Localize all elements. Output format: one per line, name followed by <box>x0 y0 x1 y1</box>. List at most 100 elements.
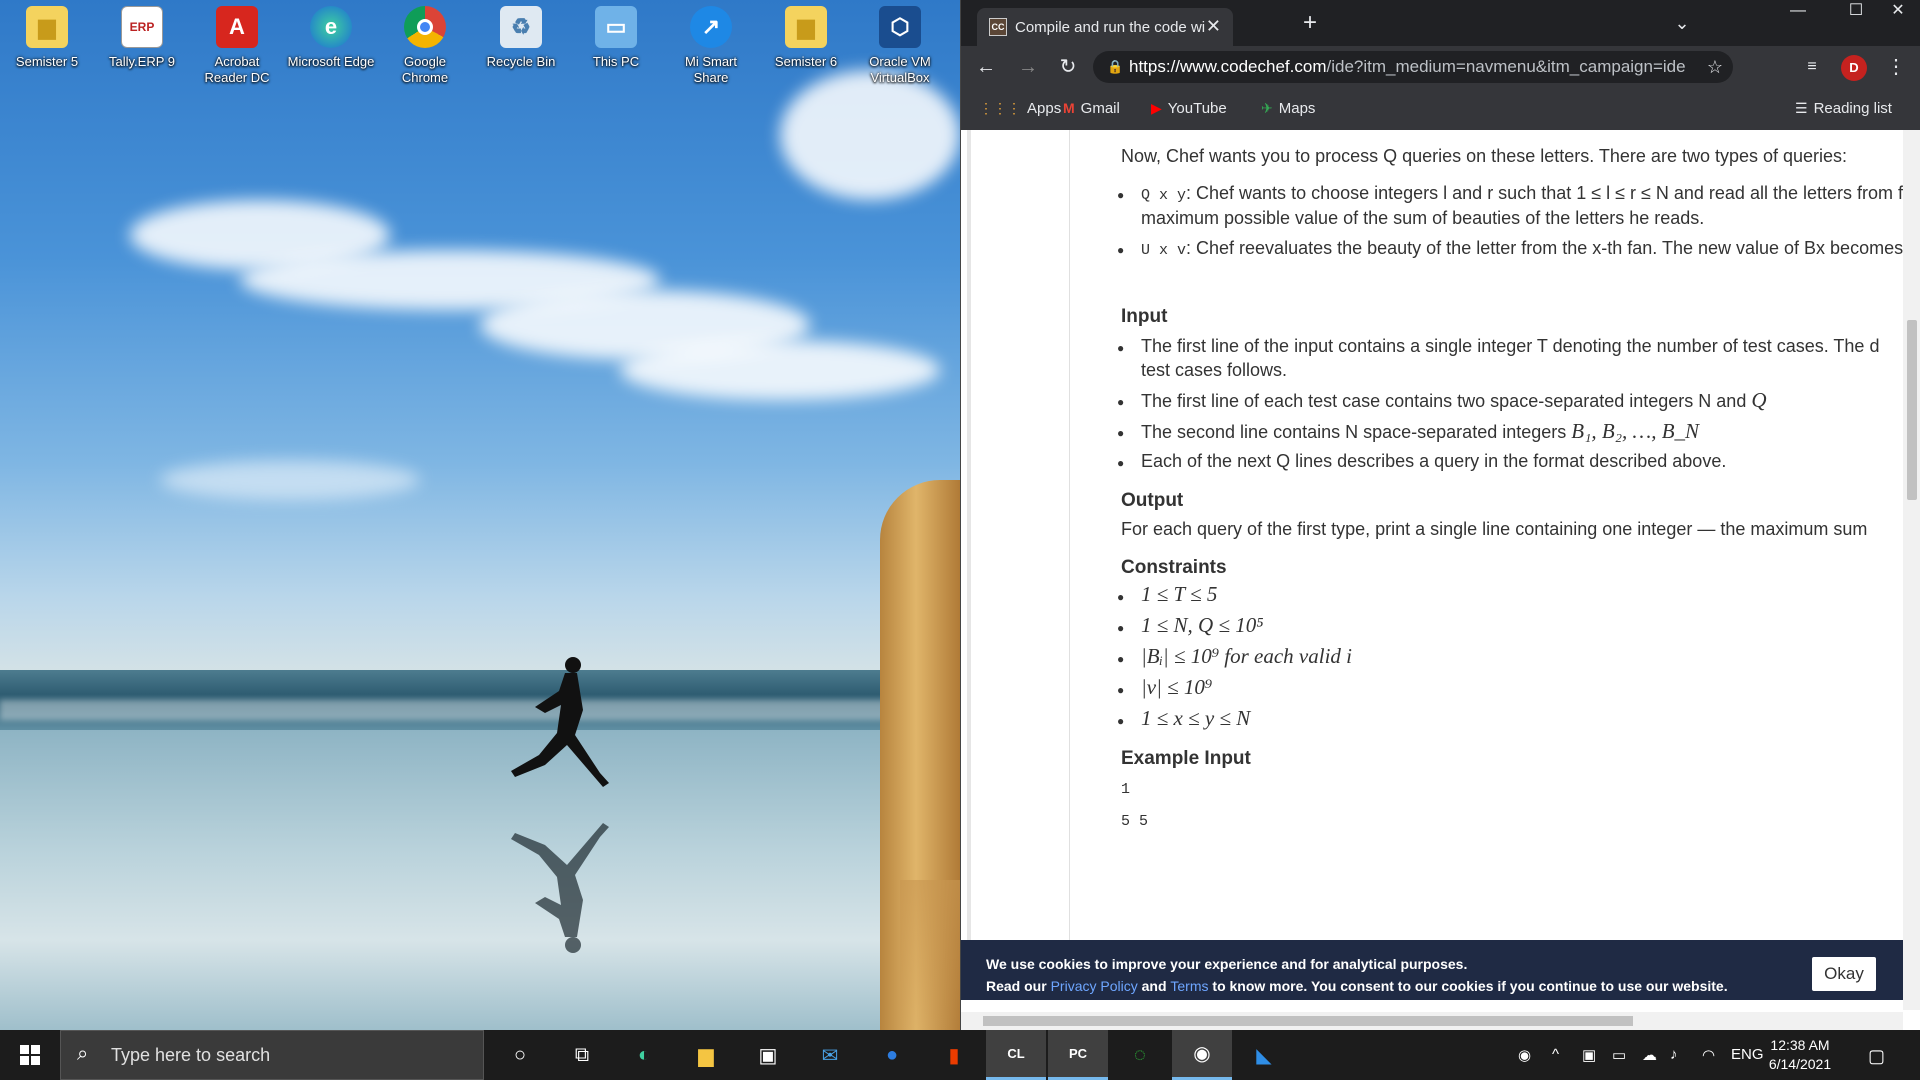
chrome-icon <box>404 6 446 48</box>
office-icon[interactable]: ▮ <box>924 1030 984 1080</box>
circle-app-icon[interactable]: ◌ <box>1110 1030 1170 1080</box>
constraint-3: |Bᵢ| ≤ 10⁹ for each valid i <box>1141 644 1352 668</box>
time: 12:38 AM <box>1770 1037 1830 1053</box>
bullet-icon: ● <box>1117 621 1125 635</box>
example-line: 5 5 <box>1121 813 1149 830</box>
cookie-okay-button[interactable]: Okay <box>1812 957 1876 991</box>
desktop-icon-chrome[interactable]: Google Chrome <box>380 6 470 86</box>
people-icon[interactable]: ● <box>862 1030 922 1080</box>
battery-icon[interactable]: ▭ <box>1612 1046 1626 1064</box>
tray-app-icon[interactable]: ◉ <box>1518 1046 1531 1064</box>
reload-icon[interactable]: ↻ <box>1055 54 1081 80</box>
search-icon: ⌕ <box>77 1043 89 1065</box>
close-window-icon[interactable]: ✕ <box>1875 0 1920 22</box>
editor-gutter <box>967 130 971 1000</box>
bookmark-star-icon[interactable]: ☆ <box>1707 51 1723 83</box>
query-type-1: Q x y: Chef wants to choose integers l a… <box>1141 181 1903 208</box>
terms-link[interactable]: Terms <box>1170 978 1208 994</box>
clion-icon[interactable]: CL <box>986 1030 1046 1080</box>
bookmark-maps[interactable]: ✈ Maps <box>1261 100 1315 117</box>
bullet-icon: ● <box>1117 188 1125 202</box>
edge-icon[interactable]: ◐ <box>614 1030 674 1080</box>
desktop-icon-edge[interactable]: e Microsoft Edge <box>286 6 376 70</box>
url-path: /ide?itm_medium=navmenu&itm_campaign=ide <box>1326 57 1686 76</box>
desktop-icon-virtualbox[interactable]: ⬡ Oracle VM VirtualBox <box>855 6 945 86</box>
desktop-icon-recycle-bin[interactable]: ♻ Recycle Bin <box>476 6 566 70</box>
runner-silhouette <box>511 657 609 787</box>
scroll-thumb[interactable] <box>1907 320 1917 500</box>
bookmarks-bar: ⋮⋮⋮ Apps M Gmail ▶ YouTube ✈ Maps ☰ Reading l… <box>961 88 1920 130</box>
maximize-icon[interactable]: ☐ <box>1833 0 1879 22</box>
desktop-icon-mi-smart-share[interactable]: ↗ Mi Smart Share <box>666 6 756 86</box>
constraints-heading: Constraints <box>1121 557 1227 578</box>
input-line-1-cont: test cases follows. <box>1141 360 1288 380</box>
cortana-icon[interactable]: ○ <box>490 1030 550 1080</box>
profile-avatar[interactable]: D <box>1841 55 1867 81</box>
network-icon[interactable]: ☁ <box>1642 1046 1657 1064</box>
input-line-2: The first line of each test case contain… <box>1141 388 1767 412</box>
bullet-icon: ● <box>1117 243 1125 257</box>
menu-icon[interactable]: ⋮ <box>1883 54 1909 80</box>
constraint-2: 1 ≤ N, Q ≤ 10⁵ <box>1141 613 1264 637</box>
recycle-bin-icon: ♻ <box>500 6 542 48</box>
address-bar[interactable]: 🔒 https://www.codechef.com/ide?itm_mediu… <box>1093 51 1733 83</box>
input-line-4: Each of the next Q lines describes a que… <box>1141 451 1727 471</box>
clock[interactable]: 12:38 AM 6/14/2021 <box>1755 1036 1845 1074</box>
notification-icon[interactable]: ▢ <box>1868 1046 1885 1067</box>
mail-icon[interactable]: ✉ <box>800 1030 860 1080</box>
youtube-icon: ▶ <box>1151 100 1162 116</box>
apps-grid-icon: ⋮⋮⋮ <box>979 100 1021 116</box>
wifi-icon[interactable]: ◠ <box>1702 1046 1715 1064</box>
tab-close-icon[interactable]: ✕ <box>1206 16 1221 37</box>
horizontal-scrollbar[interactable] <box>961 1012 1903 1030</box>
codechef-favicon-icon: CC <box>989 18 1007 36</box>
desktop-icon-tally[interactable]: ERP Tally.ERP 9 <box>97 6 187 70</box>
bookmark-youtube[interactable]: ▶ YouTube <box>1151 100 1227 117</box>
pc-icon: ▭ <box>595 6 637 48</box>
tab-search-icon[interactable]: ⌄ <box>1659 12 1705 34</box>
scroll-thumb[interactable] <box>983 1016 1633 1026</box>
bullet-icon: ● <box>1117 683 1125 697</box>
folder-icon: ▆ <box>785 6 827 48</box>
acrobat-icon: A <box>216 6 258 48</box>
media-control-icon[interactable]: ≡ <box>1799 54 1825 80</box>
search-placeholder: Type here to search <box>111 1045 271 1065</box>
windows-icon <box>20 1045 40 1065</box>
show-hidden-icons[interactable]: ^ <box>1552 1046 1559 1063</box>
constraint-1: 1 ≤ T ≤ 5 <box>1141 582 1218 606</box>
gmail-icon: M <box>1063 100 1075 116</box>
device-icon[interactable]: ▣ <box>1582 1046 1596 1064</box>
bookmark-gmail[interactable]: M Gmail <box>1063 100 1120 117</box>
chrome-taskbar-icon[interactable]: ◉ <box>1172 1030 1232 1080</box>
task-view-icon[interactable]: ⧉ <box>552 1030 612 1080</box>
volume-icon[interactable]: ♪ <box>1670 1046 1678 1063</box>
minimize-icon[interactable]: — <box>1775 0 1821 22</box>
title-bar: CC Compile and run the code with o ✕ + ⌄… <box>961 0 1920 46</box>
intro-text: Now, Chef wants you to process Q queries… <box>1121 146 1848 166</box>
cliff-reflection <box>900 880 960 1030</box>
tab-codechef[interactable]: CC Compile and run the code with o ✕ <box>977 8 1233 46</box>
forward-icon[interactable]: → <box>1015 54 1041 80</box>
vscode-icon[interactable]: ◣ <box>1234 1030 1294 1080</box>
privacy-policy-link[interactable]: Privacy Policy <box>1051 978 1138 994</box>
start-button[interactable] <box>0 1030 60 1080</box>
taskbar-search[interactable]: ⌕ Type here to search <box>60 1030 484 1080</box>
taskbar: ⌕ Type here to search ○ ⧉ ◐ ▆ ▣ ✉ ● ▮ CL… <box>0 1030 1920 1080</box>
vertical-scrollbar[interactable] <box>1903 130 1920 1010</box>
back-icon[interactable]: ← <box>973 54 999 80</box>
desktop-icon-semister-6[interactable]: ▆ Semister 6 <box>761 6 851 70</box>
file-explorer-icon[interactable]: ▆ <box>676 1030 736 1080</box>
tab-title: Compile and run the code with o <box>1015 19 1205 36</box>
desktop-icon-acrobat[interactable]: A Acrobat Reader DC <box>192 6 282 86</box>
desktop-icon-this-pc[interactable]: ▭ This PC <box>571 6 661 70</box>
bookmark-apps[interactable]: ⋮⋮⋮ Apps <box>979 100 1061 117</box>
reading-list[interactable]: ☰ Reading list <box>1795 100 1892 117</box>
store-icon[interactable]: ▣ <box>738 1030 798 1080</box>
output-heading: Output <box>1121 490 1184 511</box>
desktop-icon-semister-5[interactable]: ▆ Semister 5 <box>2 6 92 70</box>
new-tab-icon[interactable]: + <box>1287 11 1333 35</box>
page-content: Now, Chef wants you to process Q queries… <box>961 130 1903 1000</box>
beach <box>0 730 960 1030</box>
chrome-window: CC Compile and run the code with o ✕ + ⌄… <box>960 0 1920 1030</box>
pycharm-icon[interactable]: PC <box>1048 1030 1108 1080</box>
